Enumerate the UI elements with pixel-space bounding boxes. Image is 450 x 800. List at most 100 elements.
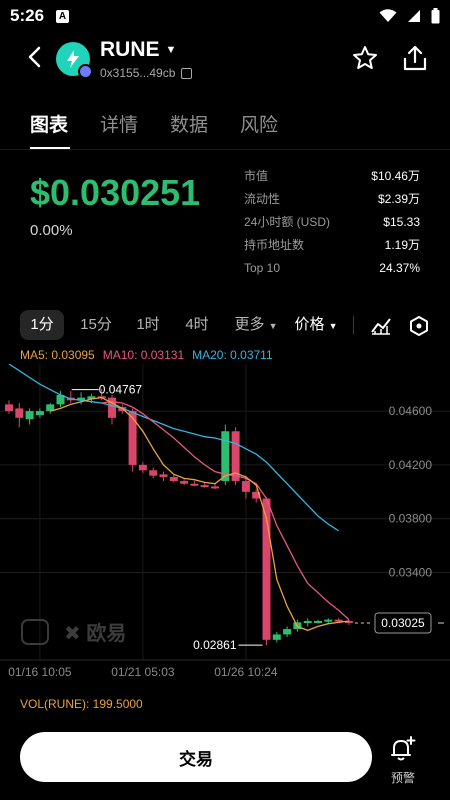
interval-1h[interactable]: 1时 (126, 310, 170, 340)
token-logo-icon (56, 42, 93, 79)
interval-more-label: 更多 (234, 316, 265, 333)
interval-15m[interactable]: 15分 (74, 310, 118, 340)
candle-body (5, 404, 13, 412)
stat-row-top10: Top 10 24.37% (244, 256, 420, 279)
candle-body (35, 411, 44, 416)
price-mode-label: 价格 (294, 316, 325, 333)
signal-icon (408, 10, 420, 22)
tab-chart[interactable]: 图表 (30, 110, 68, 137)
interval-bar: 1分 15分 1时 4时 更多 ▼ 价格 ▼ (0, 310, 450, 342)
interval-1m[interactable]: 1分 (20, 310, 64, 340)
token-name: RUNE (100, 38, 160, 61)
ethereum-chain-icon (78, 64, 93, 79)
status-icons (379, 8, 440, 24)
wifi-icon (379, 9, 397, 22)
candle-body (108, 397, 116, 418)
ma-legend: MA5: 0.03095 MA10: 0.03131 MA20: 0.03711 (20, 348, 273, 362)
stat-label: Top 10 (244, 260, 281, 275)
stat-label: 持币地址数 (244, 238, 305, 252)
candle-body (211, 486, 219, 489)
y-tick-label: 0.04600 (389, 404, 433, 418)
candle-body (324, 619, 333, 622)
interval-4h[interactable]: 4时 (175, 310, 219, 340)
stat-value: 1.19万 (384, 238, 420, 252)
token-selector[interactable]: RUNE ▼ (100, 38, 176, 62)
candle-body (180, 481, 189, 484)
battery-icon (431, 8, 440, 24)
low-price-label: 0.02861 (193, 638, 237, 652)
caret-down-icon: ▼ (328, 321, 338, 331)
alert-label: 预警 (390, 771, 415, 785)
candle-body (190, 483, 199, 486)
candle-body (200, 485, 209, 488)
watermark-text: ✖ 欧易 (64, 621, 126, 645)
bottom-action-bar: 交易 预警 (0, 712, 450, 800)
candle-body (283, 629, 292, 635)
price-mode-dropdown[interactable]: 价格 ▼ (290, 310, 342, 340)
candle-body (169, 477, 178, 482)
stat-row-holders: 持币地址数 1.19万 (244, 233, 420, 256)
y-tick-label: 0.03800 (389, 512, 433, 526)
back-arrow-icon[interactable] (22, 44, 48, 70)
caret-down-icon: ▼ (165, 44, 177, 56)
candle-body (149, 470, 158, 476)
share-icon[interactable] (402, 44, 428, 72)
token-stats: 市值 $10.46万 流动性 $2.39万 24小时额 (USD) $15.33… (244, 164, 420, 279)
favorite-star-icon[interactable] (351, 44, 379, 72)
current-price-label: 0.03025 (381, 616, 425, 630)
candle-body (159, 474, 168, 478)
candle-body (272, 634, 281, 640)
indicator-icon[interactable] (370, 315, 392, 335)
stat-value: $10.46万 (371, 169, 420, 183)
candle-body (25, 411, 34, 420)
x-tick-label: 01/16 10:05 (8, 665, 72, 679)
stat-label: 24小时额 (USD) (244, 215, 331, 229)
price-alert-button[interactable]: 预警 (386, 736, 420, 786)
x-tick-label: 01/21 05:03 (111, 665, 175, 679)
token-address[interactable]: 0x3155...49cb (100, 66, 193, 80)
candle-body (314, 620, 322, 623)
status-time: 5:26 (10, 6, 45, 25)
x-tick-label: 01/26 10:24 (214, 665, 278, 679)
ma20-label: MA20: 0.03711 (192, 348, 273, 362)
candle-body (138, 464, 147, 471)
tab-risk[interactable]: 风险 (240, 110, 278, 137)
stat-row-market-cap: 市值 $10.46万 (244, 164, 420, 187)
chart-settings-hexagon-icon[interactable] (409, 315, 429, 337)
divider (353, 316, 354, 334)
tab-data[interactable]: 数据 (170, 110, 208, 137)
candle-body (128, 411, 137, 465)
ma5-line (50, 396, 349, 632)
ma5-label: MA5: 0.03095 (20, 348, 95, 362)
price-change: 0.00% (30, 222, 73, 239)
section-tabs: 图表 详情 数据 风险 (0, 100, 450, 150)
volume-label: VOL(RUNE): 199.5000 (20, 697, 143, 711)
status-bar: 5:26 A (0, 0, 450, 32)
stat-label: 流动性 (244, 192, 281, 206)
y-tick-label: 0.04200 (389, 458, 433, 472)
token-header: RUNE ▼ 0x3155...49cb (0, 32, 450, 86)
stat-value: $2.39万 (377, 192, 420, 206)
y-tick-label: 0.03400 (389, 566, 433, 580)
bell-plus-icon (391, 736, 416, 761)
high-price-label: 0.04767 (99, 383, 143, 397)
interval-more-dropdown[interactable]: 更多 ▼ (230, 310, 282, 340)
active-tab-indicator (30, 147, 70, 149)
price-chart[interactable]: 0.04600 0.04200 0.03800 0.03400 01/16 10:05 0… (0, 364, 450, 684)
trade-button[interactable]: 交易 (20, 732, 372, 782)
tab-details[interactable]: 详情 (100, 110, 138, 137)
stat-value: 24.37% (379, 260, 420, 275)
ma20-line (8, 364, 339, 532)
notification-app-icon: A (56, 9, 70, 23)
token-address-text: 0x3155...49cb (100, 66, 176, 80)
stat-row-liquidity: 流动性 $2.39万 (244, 187, 420, 210)
watermark-logo-icon (21, 619, 49, 645)
candle-body (303, 620, 312, 623)
copy-icon[interactable] (181, 67, 193, 79)
ma10-label: MA10: 0.03131 (102, 348, 185, 362)
stat-value: $15.33 (383, 214, 420, 229)
candle-body (241, 481, 250, 492)
stat-label: 市值 (244, 169, 269, 183)
stat-row-24h-volume: 24小时额 (USD) $15.33 (244, 210, 420, 233)
candle-body (15, 408, 24, 418)
